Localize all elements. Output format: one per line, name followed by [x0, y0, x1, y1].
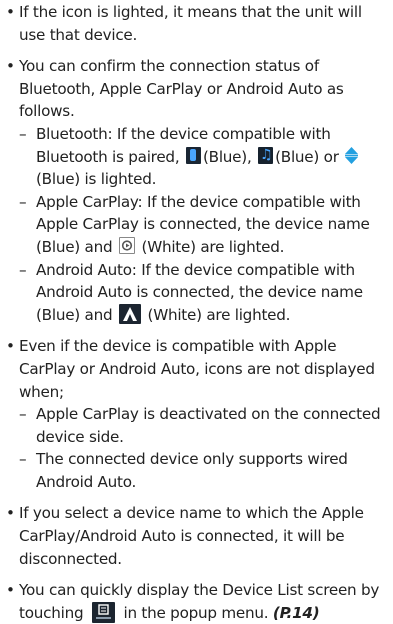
sub-text: The connected device only supports wired…: [36, 450, 348, 491]
bullet-marker: •: [6, 337, 15, 356]
bullet-device-list: • You can quickly display the Device Lis…: [6, 579, 387, 624]
dash-marker: –: [19, 260, 27, 279]
bullet-marker: •: [6, 504, 15, 523]
bullet-icons-not-displayed: • Even if the device is compatible with …: [6, 335, 387, 493]
dash-marker: –: [19, 405, 27, 424]
bullet-icon-lighted: • If the icon is lighted, it means that …: [6, 1, 387, 46]
manual-page: • If the icon is lighted, it means that …: [0, 0, 393, 624]
audio-blue-icon: [258, 144, 274, 166]
device-list-icon: [91, 601, 115, 623]
sub-text: Apple CarPlay is deactivated on the conn…: [36, 405, 381, 446]
sub-item-carplay-deactivated: – Apple CarPlay is deactivated on the co…: [19, 403, 387, 448]
page-reference-link[interactable]: (P.14): [273, 604, 320, 622]
dash-marker: –: [19, 124, 27, 143]
sub-item-carplay: – Apple CarPlay: If the device compatibl…: [19, 191, 387, 259]
sub-item-wired-android-auto: – The connected device only supports wir…: [19, 448, 387, 493]
updown-arrows-blue-icon: [345, 146, 359, 164]
sub-item-bluetooth: – Bluetooth: If the device compatible wi…: [19, 123, 387, 191]
sub-text: (Blue) or: [275, 147, 339, 166]
bullet-text: If you select a device name to which the…: [19, 504, 364, 568]
bullet-text: in the popup menu.: [123, 603, 269, 622]
bullet-text: You can confirm the connection status of…: [19, 57, 344, 121]
bullet-marker: •: [6, 57, 15, 76]
dash-marker: –: [19, 192, 27, 211]
dash-marker: –: [19, 450, 27, 469]
sub-item-android-auto: – Android Auto: If the device compatible…: [19, 259, 387, 327]
sub-text: (Blue),: [202, 147, 252, 166]
phone-blue-icon: [185, 146, 201, 164]
android-auto-white-icon: [118, 303, 141, 324]
sub-text: (White) are lighted.: [147, 305, 291, 324]
sub-text: (White) are lighted.: [141, 237, 285, 256]
sub-text: (Blue) is lighted.: [36, 170, 157, 189]
bullet-disconnect: • If you select a device name to which t…: [6, 502, 387, 570]
bullet-text: Even if the device is compatible with Ap…: [19, 337, 375, 401]
carplay-white-icon: [118, 236, 135, 254]
bullet-marker: •: [6, 581, 15, 600]
bullet-marker: •: [6, 3, 15, 21]
bullet-connection-status: • You can confirm the connection status …: [6, 55, 387, 326]
bullet-text: If the icon is lighted, it means that th…: [19, 3, 362, 44]
